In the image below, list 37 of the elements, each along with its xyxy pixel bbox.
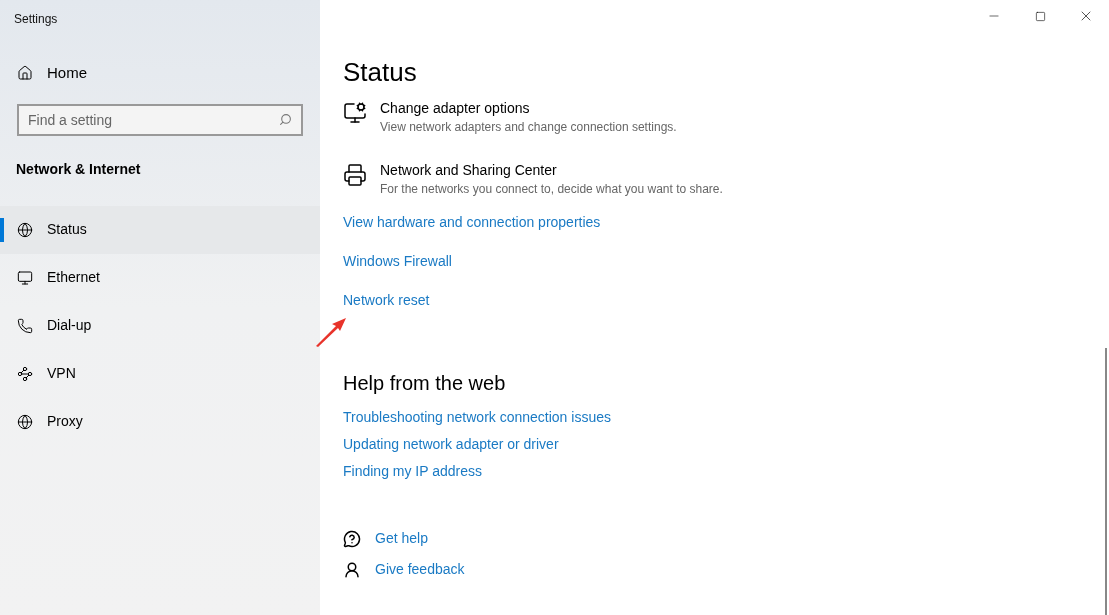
help-icon — [343, 529, 361, 548]
search-icon — [279, 112, 292, 126]
globe-icon — [17, 413, 33, 430]
home-icon — [17, 65, 33, 82]
settings-link[interactable]: View hardware and connection properties — [343, 213, 601, 232]
footer-link[interactable]: Get help — [375, 529, 428, 548]
nav-item[interactable]: VPN — [0, 349, 320, 398]
monitor-icon — [17, 269, 33, 286]
printer-icon — [343, 163, 367, 187]
footer-link[interactable]: Give feedback — [375, 560, 465, 579]
phone-icon — [17, 317, 33, 334]
setting-link[interactable]: Network and Sharing Center — [380, 161, 723, 180]
globe-icon — [17, 221, 33, 238]
help-link[interactable]: Finding my IP address — [343, 462, 483, 481]
nav-item[interactable]: Dial-up — [0, 301, 320, 350]
nav-item[interactable]: Ethernet — [0, 253, 320, 302]
search-field[interactable]: Find a setting — [17, 103, 303, 136]
setting-link[interactable]: Change adapter options — [380, 99, 677, 118]
help-link[interactable]: Troubleshooting network connection issues — [343, 408, 611, 427]
window-title: Settings — [14, 11, 58, 28]
settings-link[interactable]: Windows Firewall — [343, 252, 452, 271]
feedback-icon — [343, 560, 361, 579]
section-heading: Help from the web — [343, 371, 506, 396]
settings-link[interactable]: Network reset — [343, 291, 430, 310]
setting-description: View network adapters and change connection settings. — [380, 119, 677, 136]
maximize-icon — [1034, 10, 1046, 22]
nav-item[interactable]: Status — [0, 205, 320, 254]
page-title: Status — [343, 56, 417, 88]
nav-item[interactable]: Proxy — [0, 397, 320, 446]
section-heading: Network & Internet — [16, 159, 141, 179]
annotation-arrow — [314, 316, 348, 348]
home-link[interactable]: Home — [17, 62, 87, 85]
vpn-icon — [17, 365, 33, 382]
scrollbar[interactable] — [1105, 348, 1107, 615]
setting-description: For the networks you connect to, decide what you want to share. — [380, 181, 723, 198]
help-link[interactable]: Updating network adapter or driver — [343, 435, 559, 454]
monitor-icon — [343, 101, 367, 125]
